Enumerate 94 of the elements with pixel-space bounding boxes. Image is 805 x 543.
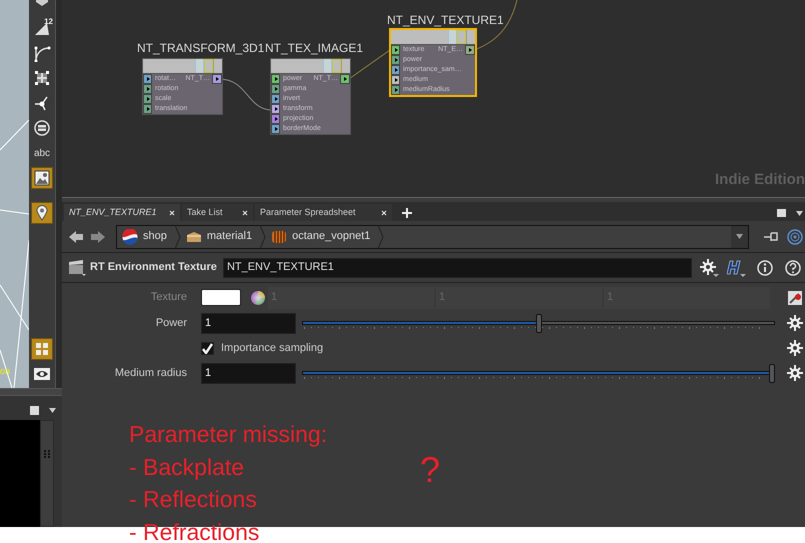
port-icon[interactable] [271, 124, 280, 134]
question-mark: ? [420, 450, 440, 490]
back-arrow-icon[interactable] [68, 230, 84, 244]
tool-button[interactable]: 12 [31, 17, 53, 39]
node-flag[interactable] [448, 30, 457, 44]
dropdown-icon[interactable] [736, 234, 743, 239]
gear-icon[interactable] [787, 365, 803, 381]
port-icon[interactable] [143, 74, 152, 84]
node-flag[interactable] [204, 59, 213, 73]
grid-icon [33, 340, 51, 358]
breadcrumb-separator [174, 224, 181, 248]
annotation-text: - Backplate [129, 452, 246, 482]
scrollbar[interactable] [40, 420, 54, 527]
path-bar[interactable]: shop material1 octane_vopnet1 [116, 224, 749, 248]
pane-tab[interactable]: Take List [182, 204, 253, 221]
param-label: Medium radius [114, 366, 188, 381]
node-title: NT_ENV_TEXTURE1 [387, 14, 504, 27]
curve-icon [33, 44, 51, 62]
param-label: Power [154, 316, 188, 331]
dropdown-icon[interactable] [49, 408, 56, 412]
slider[interactable] [302, 312, 775, 334]
pane-tab[interactable]: NT_ENV_TEXTURE1 [64, 204, 180, 221]
breadcrumb-separator [378, 224, 384, 248]
output-port-icon[interactable] [340, 74, 350, 84]
tool-button[interactable] [31, 338, 53, 360]
param-label: Importance sampling [221, 340, 324, 356]
image-icon [33, 169, 51, 187]
breadcrumb-separator [260, 224, 266, 248]
annotation-text: - Reflections [129, 485, 258, 514]
port-icon[interactable] [271, 74, 280, 84]
node-flag[interactable] [457, 30, 466, 44]
value-field[interactable]: 1 [201, 362, 296, 384]
striped-box-icon [271, 228, 288, 244]
checkbox[interactable] [201, 342, 214, 354]
node-flag[interactable] [332, 59, 341, 73]
value-field[interactable]: 1 [201, 312, 296, 334]
node-type-label: RT Environment Texture [90, 260, 217, 276]
port-icon[interactable] [391, 75, 400, 85]
port-icon[interactable] [143, 94, 152, 104]
gear-icon[interactable] [787, 315, 803, 331]
annotation-text: Parameter missing: [129, 420, 328, 449]
close-icon[interactable] [381, 210, 387, 216]
port-icon[interactable] [143, 84, 152, 94]
info-icon[interactable] [756, 260, 773, 276]
color-wheel-icon[interactable] [251, 290, 265, 304]
slider-handle[interactable] [536, 314, 542, 332]
slider-handle[interactable] [769, 364, 775, 382]
color-swatch[interactable] [201, 289, 241, 306]
port-icon[interactable] [271, 94, 280, 104]
node-title: NT_TRANSFORM_3D1 [137, 42, 264, 55]
output-port-icon[interactable] [212, 74, 222, 84]
path-dropdown-button[interactable] [731, 226, 748, 248]
gear-icon[interactable] [787, 340, 803, 356]
ruler-value: 12 [44, 16, 53, 28]
node-name-field[interactable]: NT_ENV_TEXTURE1 [222, 258, 692, 278]
path-crumb[interactable]: material1 [180, 226, 260, 248]
eye-icon [33, 365, 51, 383]
slider[interactable] [302, 362, 775, 384]
text-tool[interactable]: abc [31, 142, 53, 164]
node-flag[interactable] [323, 59, 332, 73]
forward-arrow-icon[interactable] [90, 230, 106, 244]
port-icon[interactable] [391, 45, 400, 55]
port-icon[interactable] [143, 104, 152, 114]
port-icon[interactable] [271, 104, 280, 114]
port-icon[interactable] [271, 114, 280, 124]
pick-icon[interactable] [787, 290, 803, 306]
close-icon[interactable] [242, 210, 248, 216]
node-flag[interactable] [195, 59, 204, 73]
path-crumb[interactable]: octane_vopnet1 [266, 226, 378, 248]
add-tab-icon[interactable] [402, 208, 412, 218]
port-icon[interactable] [391, 65, 400, 75]
pane-tab[interactable]: Parameter Spreadsheet [255, 204, 392, 221]
null-icon [33, 119, 51, 137]
gear-icon[interactable] [700, 258, 720, 276]
close-icon[interactable] [169, 210, 175, 216]
output-port-icon[interactable] [465, 45, 475, 55]
dropdown-icon[interactable] [796, 210, 803, 216]
pane-layout-button[interactable] [30, 406, 39, 414]
path-crumb[interactable]: shop [117, 226, 175, 248]
tool-button[interactable] [31, 167, 53, 189]
param-label: Texture [150, 290, 188, 306]
help-h-icon[interactable] [726, 258, 747, 276]
viewport-label: on [0, 365, 10, 378]
port-icon[interactable] [391, 55, 400, 65]
transform-icon [33, 69, 51, 87]
target-icon[interactable] [787, 228, 803, 244]
node-type-icon[interactable] [68, 258, 86, 276]
node-title: NT_TEX_IMAGE1 [265, 42, 364, 55]
grip-icon[interactable] [44, 450, 50, 458]
ball-icon [122, 228, 138, 244]
port-icon[interactable] [391, 85, 400, 95]
help-icon[interactable] [784, 260, 801, 276]
port-icon[interactable] [271, 84, 280, 94]
tool-button[interactable] [31, 202, 53, 224]
